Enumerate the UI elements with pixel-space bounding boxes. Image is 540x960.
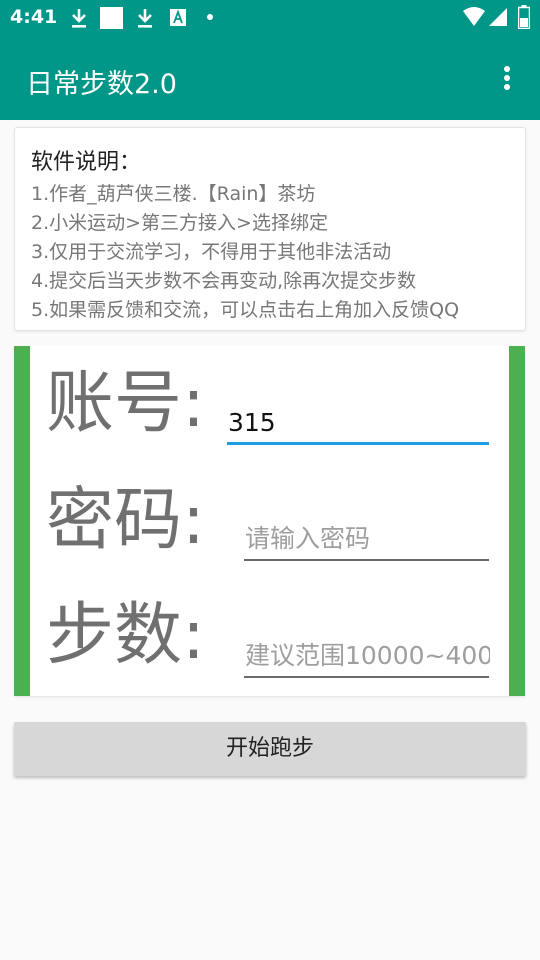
account-input[interactable]: 315 [228, 410, 498, 435]
password-label: 密码: [46, 481, 205, 560]
steps-input[interactable]: 建议范围10000~400 [245, 643, 490, 668]
start-run-button[interactable]: 开始跑步 [14, 722, 526, 776]
download-icon [138, 9, 152, 28]
dot-icon [207, 14, 213, 20]
signal-icon [489, 8, 507, 26]
font-icon [170, 9, 186, 26]
account-input-underline [227, 442, 489, 445]
app-bar: 日常步数2.0 [0, 36, 540, 120]
status-bar: 4:41 [0, 0, 540, 36]
wifi-icon [463, 7, 485, 26]
password-input-underline [244, 559, 489, 561]
notification-square-icon [100, 7, 123, 29]
app-title: 日常步数2.0 [26, 69, 177, 100]
more-vert-icon[interactable] [496, 64, 518, 92]
password-input[interactable]: 请输入密码 [245, 526, 495, 551]
info-line: 1.作者_葫芦侠三楼.【Rain】茶坊 [31, 183, 316, 205]
steps-label: 步数: [46, 596, 205, 675]
info-line: 2.小米运动>第三方接入>选择绑定 [31, 212, 328, 234]
accent-bar-right [509, 346, 525, 696]
info-line: 4.提交后当天步数不会再变动,除再次提交步数 [31, 270, 417, 292]
login-form: 账号: 315 密码: 请输入密码 步数: 建议范围10000~400 [14, 346, 525, 696]
battery-icon [518, 5, 530, 29]
steps-input-underline [244, 676, 489, 678]
account-label: 账号: [46, 364, 205, 443]
info-line: 3.仅用于交流学习，不得用于其他非法活动 [31, 241, 392, 263]
accent-bar-left [14, 346, 30, 696]
status-time: 4:41 [10, 6, 58, 28]
download-icon [72, 9, 86, 28]
info-line: 5.如果需反馈和交流，可以点击右上角加入反馈QQ [31, 299, 460, 321]
info-heading: 软件说明： [31, 150, 142, 175]
info-card: 软件说明： 1.作者_葫芦侠三楼.【Rain】茶坊 2.小米运动>第三方接入>选… [14, 127, 526, 331]
